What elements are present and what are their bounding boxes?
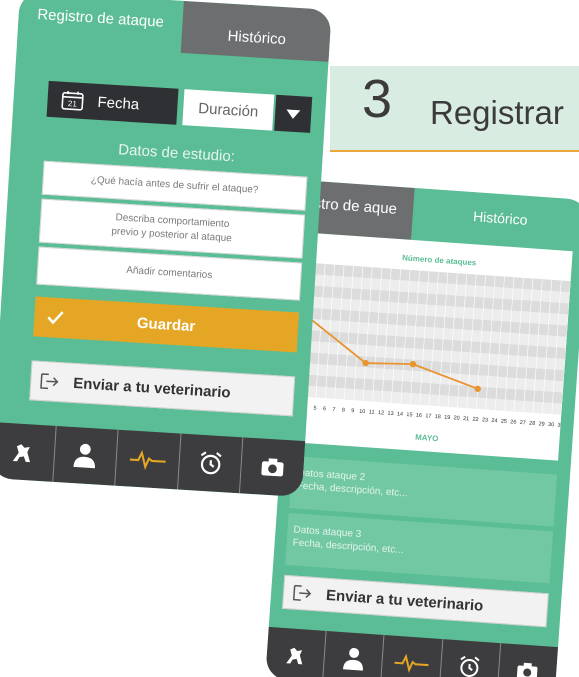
tab-register[interactable]: Registro de ataque (17, 0, 184, 53)
chart-tick-label: 5 (313, 406, 316, 412)
register-phone: Registro de ataque Histórico 21 Fecha Du… (0, 0, 332, 498)
step-title: Registrar (430, 94, 564, 131)
nav-pet[interactable] (0, 422, 55, 482)
vet-icon (342, 647, 363, 671)
camera-icon (261, 458, 284, 477)
chart-tick-label: 16 (416, 413, 423, 419)
section-header-underline (330, 150, 579, 152)
chart-tick-label: 30 (548, 422, 555, 428)
chart-tick-label: 17 (425, 413, 432, 419)
send-arrow-icon (292, 584, 312, 601)
send-label: Enviar a tu veterinario (72, 374, 232, 402)
date-label: Fecha (97, 93, 140, 113)
save-label: Guardar (136, 314, 196, 335)
pulse-icon (129, 449, 166, 471)
save-button[interactable]: Guardar (33, 296, 300, 353)
pulse-icon (394, 653, 429, 673)
send-label: Enviar a tu veterinario (325, 586, 484, 615)
tab-history[interactable]: Histórico (180, 0, 332, 63)
calendar-icon: 21 (61, 90, 84, 111)
nav-camera[interactable] (239, 437, 306, 498)
alarm-clock-icon (460, 655, 480, 677)
nav-vet[interactable] (51, 425, 118, 486)
nav-alarm[interactable] (176, 433, 243, 494)
chart-tick-label: 15 (406, 412, 413, 418)
chart-tick-label: 28 (529, 421, 536, 427)
chart-tick-label: 14 (397, 411, 404, 417)
chart-tick-label: 21 (463, 416, 470, 422)
attacks-chart: Número de ataques 4567891011121314151617… (293, 232, 573, 461)
chart-tick-label: 25 (501, 419, 508, 425)
bottom-nav (0, 422, 306, 498)
chart-tick-label: 31 (557, 423, 564, 429)
duration-select[interactable]: Duración (182, 89, 275, 131)
chart-tick-label: 22 (472, 417, 479, 423)
chevron-down-icon (286, 108, 301, 119)
nav-alarm[interactable] (438, 639, 500, 677)
duration-dropdown-button[interactable] (274, 94, 313, 133)
chart-tick-label: 24 (491, 418, 498, 424)
chart-tick-label: 26 (510, 419, 517, 425)
chart-tick-label: 20 (453, 415, 460, 421)
date-picker[interactable]: 21 Fecha (46, 80, 179, 125)
chart-tick-label: 9 (351, 408, 354, 414)
chart-tick-label: 7 (332, 407, 335, 413)
svg-text:21: 21 (68, 99, 78, 109)
bottom-nav (265, 626, 559, 677)
chart-tick-label: 8 (342, 407, 345, 413)
app-promo-screen: 3 Registrar istro de aque Histórico Núme… (0, 0, 579, 677)
chart-tick-label: 11 (369, 409, 375, 415)
step-number: 3 (362, 69, 393, 129)
chart-tick-label: 12 (378, 410, 385, 416)
chart-tick-label: 27 (519, 420, 526, 426)
send-arrow-icon (40, 373, 59, 390)
nav-pulse[interactable] (114, 429, 181, 490)
send-to-vet-button[interactable]: Enviar a tu veterinario (282, 574, 549, 628)
nav-pet[interactable] (265, 627, 326, 677)
chart-tick-label: 23 (482, 417, 489, 423)
chart-tick-label: 18 (434, 414, 441, 420)
chart-plot: 4567891011121314151617181920212223242526… (296, 262, 571, 429)
chart-tick-label: 13 (387, 411, 394, 417)
send-to-vet-button[interactable]: Enviar a tu veterinario (29, 360, 296, 417)
chart-tick-label: 6 (323, 406, 326, 412)
vet-icon (73, 443, 96, 469)
chart-tick-label: 19 (444, 415, 451, 421)
nav-vet[interactable] (322, 630, 384, 677)
dog-icon (12, 444, 30, 463)
chart-tick-label: 10 (359, 409, 366, 415)
nav-camera[interactable] (496, 643, 559, 677)
dog-icon (285, 647, 302, 665)
alarm-clock-icon (200, 451, 222, 475)
chart-tick-label: 29 (538, 421, 545, 427)
camera-icon (517, 662, 538, 677)
nav-pulse[interactable] (380, 634, 442, 677)
